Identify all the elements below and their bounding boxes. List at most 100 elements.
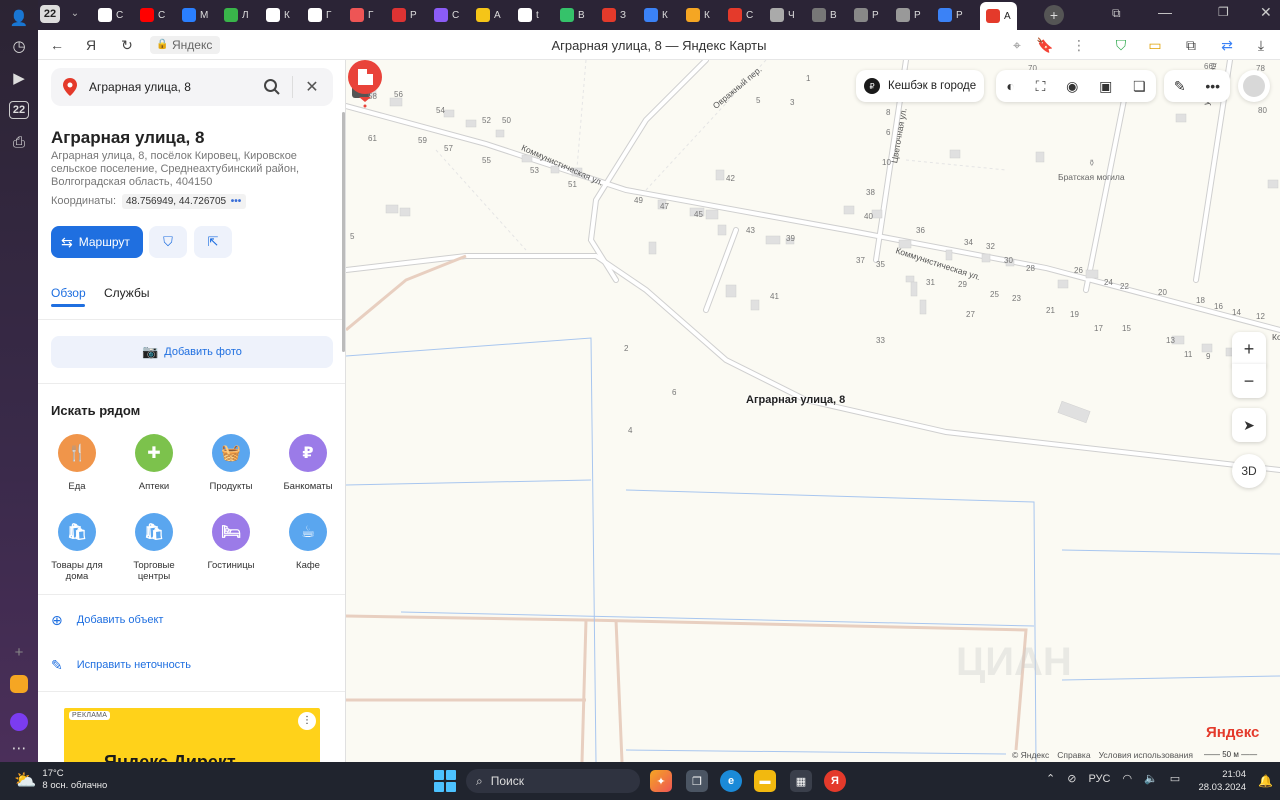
browser-tab[interactable]: М: [182, 4, 208, 26]
tab-count-icon[interactable]: 22: [7, 98, 31, 122]
tabs-overview-icon[interactable]: ⧉: [1112, 6, 1121, 21]
app-icon[interactable]: [7, 672, 31, 696]
task-view-icon[interactable]: ❐: [686, 770, 708, 792]
share-button[interactable]: ⇱: [194, 226, 232, 258]
nearby-category[interactable]: 🛍 Торговые центры: [119, 513, 189, 582]
clock[interactable]: 21:04 28.03.2024: [1198, 768, 1246, 794]
nearby-category[interactable]: ✚ Аптеки: [119, 434, 189, 492]
edge-icon[interactable]: e: [720, 770, 742, 792]
panorama-icon[interactable]: ⛶: [1036, 78, 1046, 95]
browser-tab[interactable]: Р: [896, 4, 921, 26]
language-indicator[interactable]: РУС: [1088, 773, 1110, 785]
browser-tab[interactable]: Г: [350, 4, 373, 26]
nearby-category[interactable]: 🛍 Товары для дома: [42, 513, 112, 582]
battery-icon[interactable]: ▭: [1146, 36, 1164, 54]
3d-button[interactable]: 3D: [1232, 454, 1266, 488]
browser-tab[interactable]: С: [728, 4, 753, 26]
nearby-category[interactable]: 🧺 Продукты: [196, 434, 266, 492]
route-button[interactable]: ⇆ Маршрут: [51, 226, 143, 258]
store-icon[interactable]: ▦: [790, 770, 812, 792]
copilot-icon[interactable]: ✦: [650, 770, 672, 792]
layers-icon[interactable]: ❏: [1133, 78, 1146, 95]
browser-tab[interactable]: Л: [224, 4, 249, 26]
menu-icon[interactable]: ⋮: [1070, 36, 1088, 54]
site-chip[interactable]: 🔒 Яндекс: [150, 36, 221, 54]
browser-tab[interactable]: А: [980, 2, 1017, 30]
location-marker-icon[interactable]: [346, 60, 384, 108]
browser-tab[interactable]: К: [266, 4, 290, 26]
search-input[interactable]: Аграрная улица, 8: [89, 80, 191, 94]
nearby-category[interactable]: ☕ Кафе: [273, 513, 343, 571]
windows-start-icon[interactable]: [434, 770, 456, 792]
zoom-out-button[interactable]: −: [1232, 364, 1266, 398]
tab-overview[interactable]: Обзор: [51, 286, 86, 300]
taskbar-search[interactable]: ⌕ Поиск: [466, 769, 640, 793]
bus-icon[interactable]: ▣: [1099, 78, 1112, 95]
browser-tab[interactable]: С: [98, 4, 123, 26]
navigate-icon[interactable]: ➤: [1232, 408, 1266, 442]
chevron-up-icon[interactable]: ⌃: [1046, 772, 1055, 785]
extensions-icon[interactable]: ⧉: [1182, 36, 1200, 54]
download-icon[interactable]: ⤓: [1252, 36, 1270, 54]
avatar[interactable]: [1238, 70, 1270, 102]
reload-icon[interactable]: ↻: [118, 36, 136, 54]
minimize-button[interactable]: —: [1158, 4, 1172, 20]
browser-tab[interactable]: Р: [392, 4, 417, 26]
add-photo-button[interactable]: 📷 Добавить фото: [51, 336, 333, 368]
nearby-category[interactable]: 🍴 Еда: [42, 434, 112, 492]
fix-error-link[interactable]: ✎ Исправить неточность: [51, 655, 191, 675]
browser-tab[interactable]: Г: [308, 4, 331, 26]
close-window-button[interactable]: ✕: [1260, 4, 1272, 21]
cashback-button[interactable]: ₽ Кешбэк в городе: [856, 70, 984, 102]
browser-tab[interactable]: С: [140, 4, 165, 26]
yandex-icon[interactable]: Я: [82, 36, 100, 54]
poi-label[interactable]: Братская могила: [1058, 172, 1125, 182]
browser-tab[interactable]: Р: [938, 4, 963, 26]
battery-icon[interactable]: ▭: [1170, 772, 1180, 785]
chevron-down-icon[interactable]: ⌄: [66, 5, 84, 23]
bookmark-icon[interactable]: 🔖: [1036, 36, 1054, 54]
add-object-link[interactable]: ⊕ Добавить объект: [51, 610, 163, 630]
volume-icon[interactable]: 🔈: [1144, 772, 1158, 785]
help-link[interactable]: Справка: [1057, 750, 1090, 760]
nearby-category[interactable]: ₽ Банкоматы: [273, 434, 343, 492]
search-icon[interactable]: [263, 78, 281, 96]
bookmark-button[interactable]: ⛉: [149, 226, 187, 258]
new-tab-button[interactable]: +: [1044, 5, 1064, 25]
coords-value[interactable]: 48.756949, 44.726705: [122, 194, 231, 209]
yandex-browser-icon[interactable]: Я: [824, 770, 846, 792]
add-panel-icon[interactable]: +: [7, 640, 31, 664]
close-icon[interactable]: ✕: [303, 78, 321, 96]
browser-tab[interactable]: Р: [854, 4, 879, 26]
notifications-icon[interactable]: 🔔: [1258, 774, 1273, 788]
weather-widget[interactable]: ⛅ 17°C 8 осн. облачно: [14, 768, 107, 792]
ad-banner[interactable]: РЕКЛАМА ⋮ Яндекс Директ: [64, 708, 320, 762]
browser-tab[interactable]: В: [560, 4, 585, 26]
browser-tab[interactable]: t: [518, 4, 539, 26]
browser-tab[interactable]: З: [602, 4, 626, 26]
screenshot-icon[interactable]: ⎙: [7, 130, 31, 154]
browser-tab[interactable]: В: [812, 4, 837, 26]
browser-tab[interactable]: К: [644, 4, 668, 26]
zoom-in-button[interactable]: +: [1232, 332, 1266, 366]
terms-link[interactable]: Условия использования: [1099, 750, 1193, 760]
alice-icon[interactable]: [7, 710, 31, 734]
browser-tab[interactable]: Ч: [770, 4, 795, 26]
more-icon[interactable]: ⋮: [298, 712, 316, 730]
browser-tab[interactable]: С: [434, 4, 459, 26]
ruler-icon[interactable]: ✎: [1174, 78, 1186, 95]
wifi-icon[interactable]: ◠: [1122, 772, 1132, 785]
location-icon[interactable]: ⌖: [1008, 36, 1026, 54]
more-icon[interactable]: •••: [1205, 78, 1220, 94]
search-box[interactable]: Аграрная улица, 8 ✕: [51, 68, 333, 106]
sidebar-scrollbar[interactable]: [342, 112, 345, 352]
play-icon[interactable]: ▶: [7, 66, 31, 90]
network-icon[interactable]: ⊘: [1067, 772, 1076, 785]
profile-icon[interactable]: 👤: [7, 6, 31, 30]
maximize-button[interactable]: ❐: [1218, 5, 1229, 19]
history-icon[interactable]: ◷: [7, 34, 31, 58]
more-icon[interactable]: ⋯: [7, 736, 31, 760]
tab-services[interactable]: Службы: [104, 286, 149, 300]
back-icon[interactable]: ←: [48, 36, 66, 54]
camera-icon[interactable]: ◉: [1066, 78, 1078, 95]
